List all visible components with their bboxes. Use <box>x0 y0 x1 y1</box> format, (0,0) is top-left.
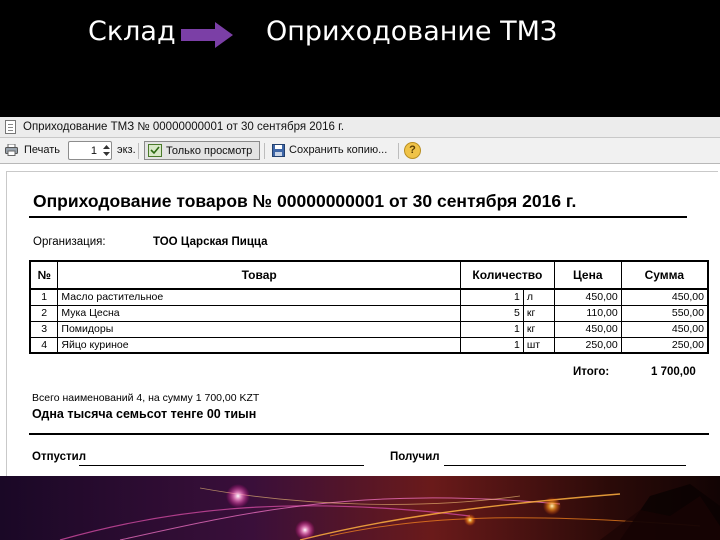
row-sum: 250,00 <box>620 336 709 354</box>
row-sum: 550,00 <box>620 304 709 322</box>
table-row: 3 Помидоры 1 кг 450,00 450,00 <box>29 320 709 338</box>
row-sum: 450,00 <box>620 288 709 306</box>
table-row: 4 Яйцо куриное 1 шт 250,00 250,00 <box>29 336 709 354</box>
column-header-price: Цена <box>553 260 622 290</box>
row-unit: шт <box>522 336 555 354</box>
slide-header: Склад Оприходование ТМЗ <box>0 0 720 118</box>
table-row: 1 Масло растительное 1 л 450,00 450,00 <box>29 288 709 306</box>
decorative-light-background <box>0 476 720 540</box>
row-price: 110,00 <box>553 304 622 322</box>
heading-divider <box>29 216 687 218</box>
help-icon[interactable]: ? <box>404 142 421 159</box>
toolbar-separator <box>398 143 399 159</box>
view-only-icon <box>148 144 162 157</box>
page-edge <box>6 171 7 478</box>
save-copy-label: Сохранить копию... <box>289 144 388 156</box>
received-by-label: Получил <box>390 451 440 463</box>
received-by-signature-line <box>444 465 686 466</box>
floppy-disk-icon <box>272 144 285 157</box>
row-num: 3 <box>29 320 59 338</box>
slide-title-left: Склад <box>88 16 176 47</box>
copies-unit-label: экз. <box>117 144 136 156</box>
view-only-toggle[interactable]: Только просмотр <box>144 141 260 160</box>
column-header-item: Товар <box>57 260 461 290</box>
toolbar-separator <box>264 143 265 159</box>
print-form: Оприходование товаров № 00000000001 от 3… <box>0 165 720 478</box>
row-price: 250,00 <box>553 336 622 354</box>
save-copy-button[interactable]: Сохранить копию... <box>269 141 393 160</box>
printer-icon <box>5 144 18 156</box>
row-unit: кг <box>522 320 555 338</box>
summary-divider <box>29 433 709 435</box>
row-item-name: Яйцо куриное <box>57 336 461 354</box>
organization-label: Организация: <box>33 236 106 248</box>
row-qty: 1 <box>459 336 524 354</box>
toolbar-separator <box>138 143 139 159</box>
print-button[interactable]: Печать <box>21 141 63 160</box>
document-window: Оприходование ТМЗ № 00000000001 от 30 се… <box>0 117 720 478</box>
amount-in-words: Одна тысяча семьсот тенге 00 тиын <box>32 407 257 421</box>
column-header-qty: Количество <box>459 260 555 290</box>
row-unit: кг <box>522 304 555 322</box>
slide-title-right: Оприходование ТМЗ <box>266 16 558 47</box>
toolbar: Печать 1 экз. Только просмотр Сохранить … <box>0 138 720 164</box>
released-by-signature-line <box>79 465 364 466</box>
row-num: 2 <box>29 304 59 322</box>
column-header-sum: Сумма <box>620 260 709 290</box>
total-value: 1 700,00 <box>651 366 696 378</box>
row-num: 1 <box>29 288 59 306</box>
summary-line: Всего наименований 4, на сумму 1 700,00 … <box>32 392 260 404</box>
row-num: 4 <box>29 336 59 354</box>
row-price: 450,00 <box>553 320 622 338</box>
document-icon <box>5 120 16 134</box>
document-heading: Оприходование товаров № 00000000001 от 3… <box>33 191 577 211</box>
row-item-name: Помидоры <box>57 320 461 338</box>
table-header-row: № Товар Количество Цена Сумма <box>29 260 709 290</box>
row-sum: 450,00 <box>620 320 709 338</box>
row-price: 450,00 <box>553 288 622 306</box>
view-only-label: Только просмотр <box>166 145 253 157</box>
arrow-right-icon <box>181 22 233 48</box>
row-unit: л <box>522 288 555 306</box>
released-by-label: Отпустил <box>32 451 87 463</box>
row-item-name: Масло растительное <box>57 288 461 306</box>
table-row: 2 Мука Цесна 5 кг 110,00 550,00 <box>29 304 709 322</box>
row-item-name: Мука Цесна <box>57 304 461 322</box>
row-qty: 5 <box>459 304 524 322</box>
total-label: Итого: <box>573 366 610 378</box>
items-table: № Товар Количество Цена Сумма 1 Масло ра… <box>29 260 709 354</box>
copies-spinner-icon[interactable] <box>101 142 112 159</box>
window-titlebar: Оприходование ТМЗ № 00000000001 от 30 се… <box>0 117 720 138</box>
organization-value: ТОО Царская Пицца <box>153 236 268 248</box>
row-qty: 1 <box>459 320 524 338</box>
page-edge <box>6 171 718 172</box>
column-header-num: № <box>29 260 59 290</box>
window-title: Оприходование ТМЗ № 00000000001 от 30 се… <box>23 121 345 133</box>
row-qty: 1 <box>459 288 524 306</box>
